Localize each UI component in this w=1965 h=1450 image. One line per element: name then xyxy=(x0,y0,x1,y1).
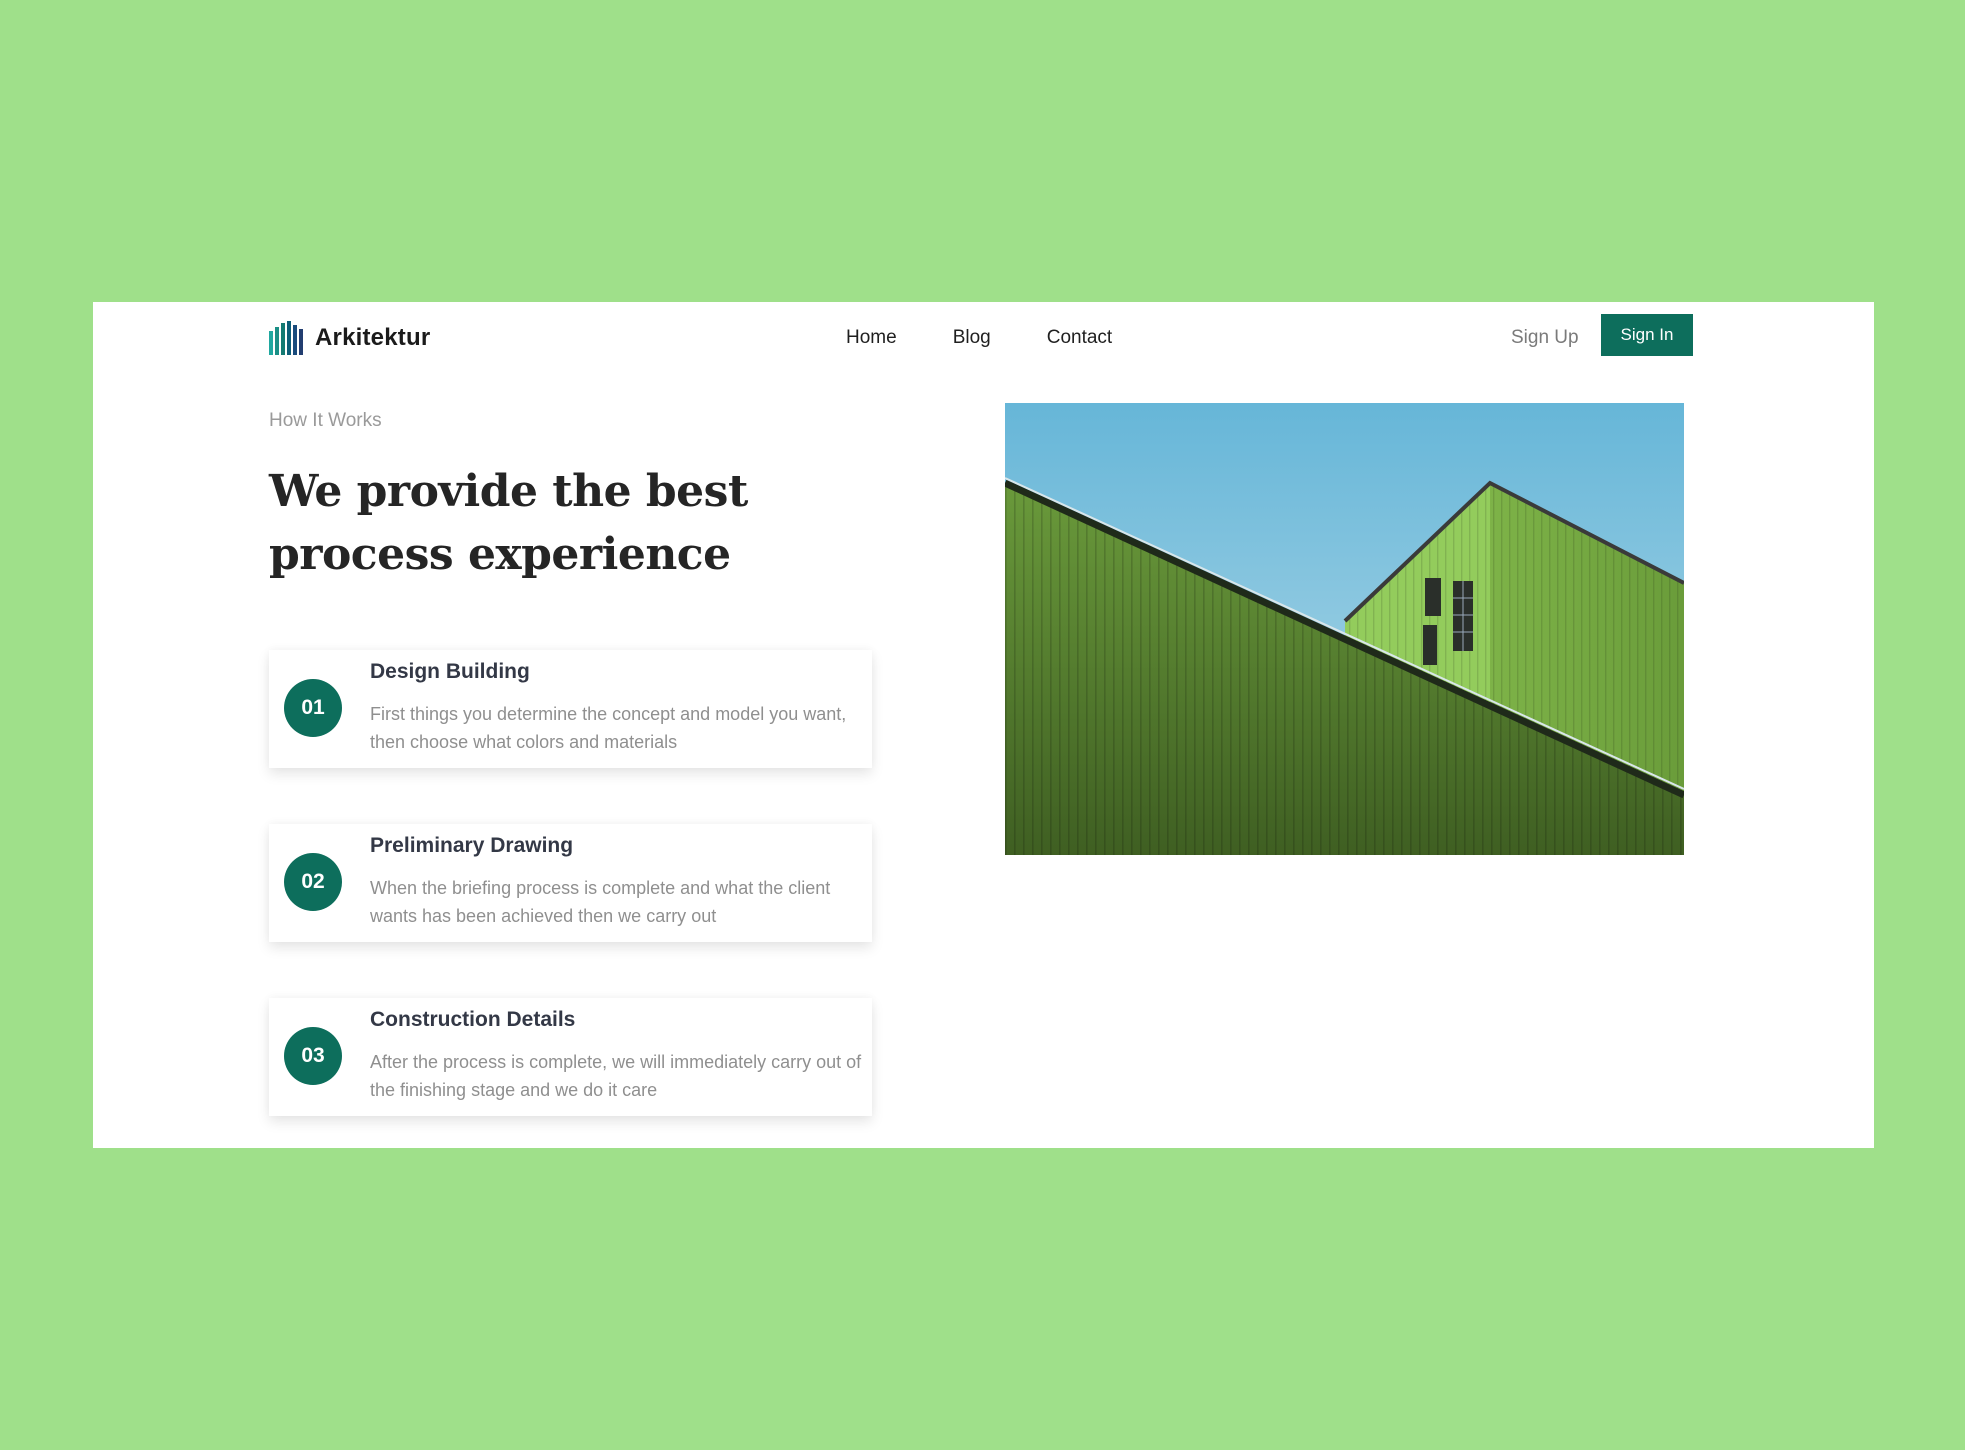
brand-name: Arkitektur xyxy=(315,324,431,351)
step-description: After the process is complete, we will i… xyxy=(370,1052,862,1100)
nav-home-link[interactable]: Home xyxy=(846,327,897,349)
sign-in-button[interactable]: Sign In xyxy=(1601,314,1693,356)
building-illustration xyxy=(1005,403,1684,855)
step-title: Design Building xyxy=(370,660,530,683)
hero-photo xyxy=(1005,403,1684,855)
page-card: Arkitektur Home Blog Contact Sign Up Sig… xyxy=(93,302,1874,1148)
step-title: Construction Details xyxy=(370,1008,576,1031)
sign-up-link[interactable]: Sign Up xyxy=(1511,323,1579,353)
step-number-badge: 01 xyxy=(284,679,342,737)
step-description: When the briefing process is complete an… xyxy=(370,878,831,926)
step-title: Preliminary Drawing xyxy=(370,834,574,857)
step-description: First things you determine the concept a… xyxy=(370,704,847,752)
brand-logo[interactable]: Arkitektur xyxy=(269,318,430,358)
section-headline: We provide the best process experience xyxy=(269,466,748,580)
step-number-badge: 02 xyxy=(284,853,342,911)
step-card-1[interactable]: 01 Design Building First things you dete… xyxy=(269,650,872,768)
step-number-badge: 03 xyxy=(284,1027,342,1085)
step-card-3[interactable]: 03 Construction Details After the proces… xyxy=(269,998,872,1116)
step-card-2[interactable]: 02 Preliminary Drawing When the briefing… xyxy=(269,824,872,942)
section-eyebrow: How It Works xyxy=(269,410,382,431)
building-bars-icon xyxy=(269,321,303,355)
main-nav: Home Blog Contact xyxy=(846,318,1112,358)
nav-blog-link[interactable]: Blog xyxy=(953,327,991,349)
nav-contact-link[interactable]: Contact xyxy=(1047,327,1112,349)
